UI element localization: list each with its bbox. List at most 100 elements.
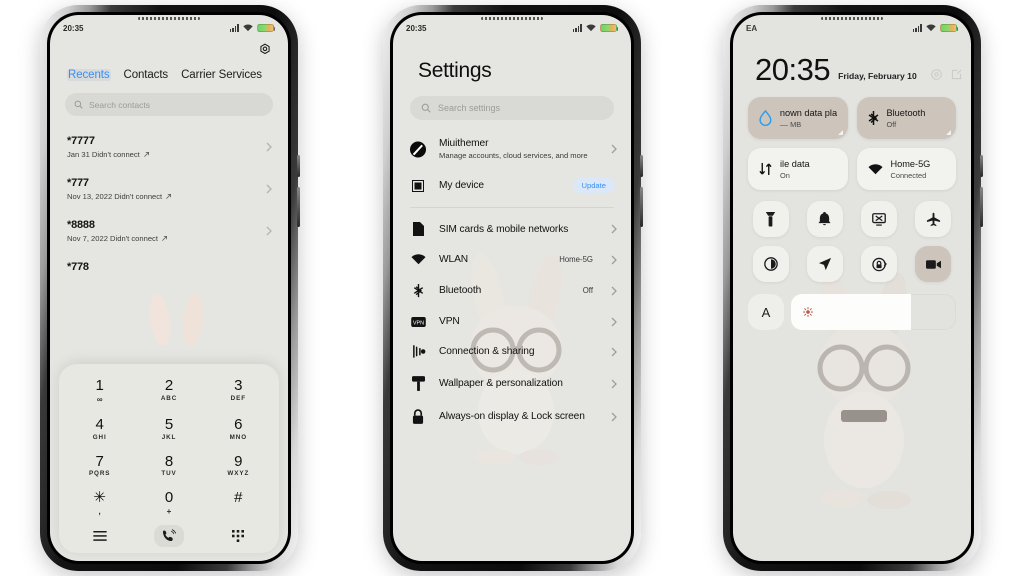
settings-row-vpn[interactable]: VPN VPN [393,307,631,336]
chevron-right-icon [611,379,617,388]
call-number: *8888 [67,219,95,231]
location-icon [818,258,831,271]
brightness-control: A [733,282,971,331]
settings-row-bluetooth[interactable]: Bluetooth Off [393,274,631,307]
tile-bluetooth[interactable]: Bluetooth Off [856,97,956,140]
status-bar-time: 20:35 [63,23,84,33]
table-row[interactable]: *7777 Jan 31 Didn't connect [50,126,288,168]
search-settings-input[interactable]: Search settings [410,96,614,120]
dialpad-key-6[interactable]: 6 MNO [204,414,273,443]
toggle-flashlight[interactable] [752,201,789,238]
key-letters: ABC [160,394,178,402]
key-letters: , [98,507,101,516]
power-button[interactable] [640,187,643,227]
power-button[interactable] [980,187,983,227]
toggle-airplane-mode[interactable] [915,201,952,238]
volume-button[interactable] [297,155,300,177]
key-digit: 6 [234,415,243,433]
settings-row-wallpaper[interactable]: Wallpaper & personalization [393,367,631,400]
toggle-screencast[interactable] [861,201,898,238]
dialpad-key-hash[interactable]: # [204,487,273,518]
tile-text: nown data pla –– MB [780,108,837,129]
chevron-right-icon [611,317,617,326]
settings-row-my-device[interactable]: My device Update [393,169,631,202]
airplane-icon [926,212,940,226]
settings-row-wlan[interactable]: WLAN Home-5G [393,245,631,274]
dialpad-key-4[interactable]: 4 GHI [65,414,134,443]
clock-time: 20:35 [755,52,831,87]
key-letters: PQRS [88,470,111,478]
settings-list: Miuithemer Manage accounts, cloud servic… [393,129,631,433]
page-title: Settings [418,59,492,82]
toggle-screen-record[interactable] [915,246,952,283]
tile-label: Home-5G [890,159,931,170]
dialpad-key-3[interactable]: 3 DEF [204,375,273,406]
dialpad: 1 ∞ 2 ABC 3 DEF 4 GHI 5 JKL 6 MNO 7 PQRS 8 TUV 9… [59,364,279,553]
toggle-ringer[interactable] [806,201,843,238]
table-row[interactable]: *777 Nov 13, 2022 Didn't connect [50,168,288,210]
auto-brightness-button[interactable]: A [748,294,784,331]
row-label: WLAN [439,254,469,265]
keypad-icon[interactable] [232,530,245,542]
tile-wifi[interactable]: Home-5G Connected [856,148,956,191]
update-badge[interactable]: Update [572,178,615,193]
dialpad-key-8[interactable]: 8 TUV [134,451,203,480]
tab-carrier-services[interactable]: Carrier Services [181,69,262,81]
toggle-dark-mode[interactable] [752,246,789,283]
settings-circle-icon[interactable] [930,69,942,81]
edit-icon[interactable] [951,69,962,80]
tile-expand-corner[interactable] [837,130,843,136]
search-settings-placeholder: Search settings [438,103,501,113]
earpiece-speaker [821,17,883,20]
dialpad-key-5[interactable]: 5 JKL [134,414,203,443]
brightness-slider[interactable] [791,294,956,331]
key-letters: JKL [161,433,177,441]
tile-label: ile data [780,159,810,170]
tile-expand-corner[interactable] [946,130,951,136]
settings-row-sim-cards[interactable]: SIM cards & mobile networks [393,213,631,245]
account-avatar-icon [410,141,426,158]
tab-contacts[interactable]: Contacts [124,69,169,81]
row-text: Wallpaper & personalization [439,378,598,389]
status-bar-time: 20:35 [406,23,427,33]
key-digit: 2 [164,377,174,394]
key-letters: ∞ [96,394,103,404]
call-icon [163,528,177,541]
volume-button[interactable] [980,155,983,177]
call-number: *777 [67,177,89,189]
call-button[interactable] [153,525,184,547]
call-detail: Nov 13, 2022 Didn't connect [67,192,272,201]
power-button[interactable] [297,187,300,227]
toggle-rotation-lock[interactable] [861,246,898,283]
gear-icon[interactable] [258,43,272,57]
dialpad-key-0[interactable]: 0 + [134,487,203,518]
dialpad-key-7[interactable]: 7 PQRS [65,451,134,480]
dialpad-key-9[interactable]: 9 WXYZ [204,451,273,480]
tab-recents[interactable]: Recents [67,69,111,81]
search-contacts-input[interactable]: Search contacts [65,93,273,116]
volume-button[interactable] [640,155,643,177]
key-letters: WXYZ [227,470,250,478]
wifi-icon [586,24,596,32]
settings-row-aod-lock-screen[interactable]: Always-on display & Lock screen [393,400,631,433]
row-value: Off [582,286,593,295]
dialpad-key-2[interactable]: 2 ABC [134,375,203,406]
phone-bezel: 20:35 Settings Search settings Miuitheme… [390,12,634,564]
dialpad-key-star[interactable]: ✳, [65,487,134,518]
call-number: *7777 [67,135,95,147]
menu-icon[interactable] [92,531,107,541]
table-row[interactable]: *8888 Nov 7, 2022 Didn't connect [50,210,288,252]
vpn-icon: VPN [410,316,426,327]
settings-row-account[interactable]: Miuithemer Manage accounts, cloud servic… [393,129,631,169]
table-row[interactable]: *778 [50,252,288,282]
battery-icon [257,23,276,33]
key-digit: 5 [164,415,174,433]
device-text: My device [439,180,560,191]
dialpad-key-1[interactable]: 1 ∞ [65,375,134,406]
tile-mobile-data[interactable]: ile data On [748,148,848,191]
settings-row-connection-sharing[interactable]: Connection & sharing [393,336,631,367]
phone-device-dialer: 20:35 Recents Contacts Carrier Services … [40,5,300,571]
row-text: SIM cards & mobile networks [439,224,580,235]
toggle-location[interactable] [806,246,843,283]
tile-data-usage[interactable]: nown data pla –– MB [748,97,848,140]
